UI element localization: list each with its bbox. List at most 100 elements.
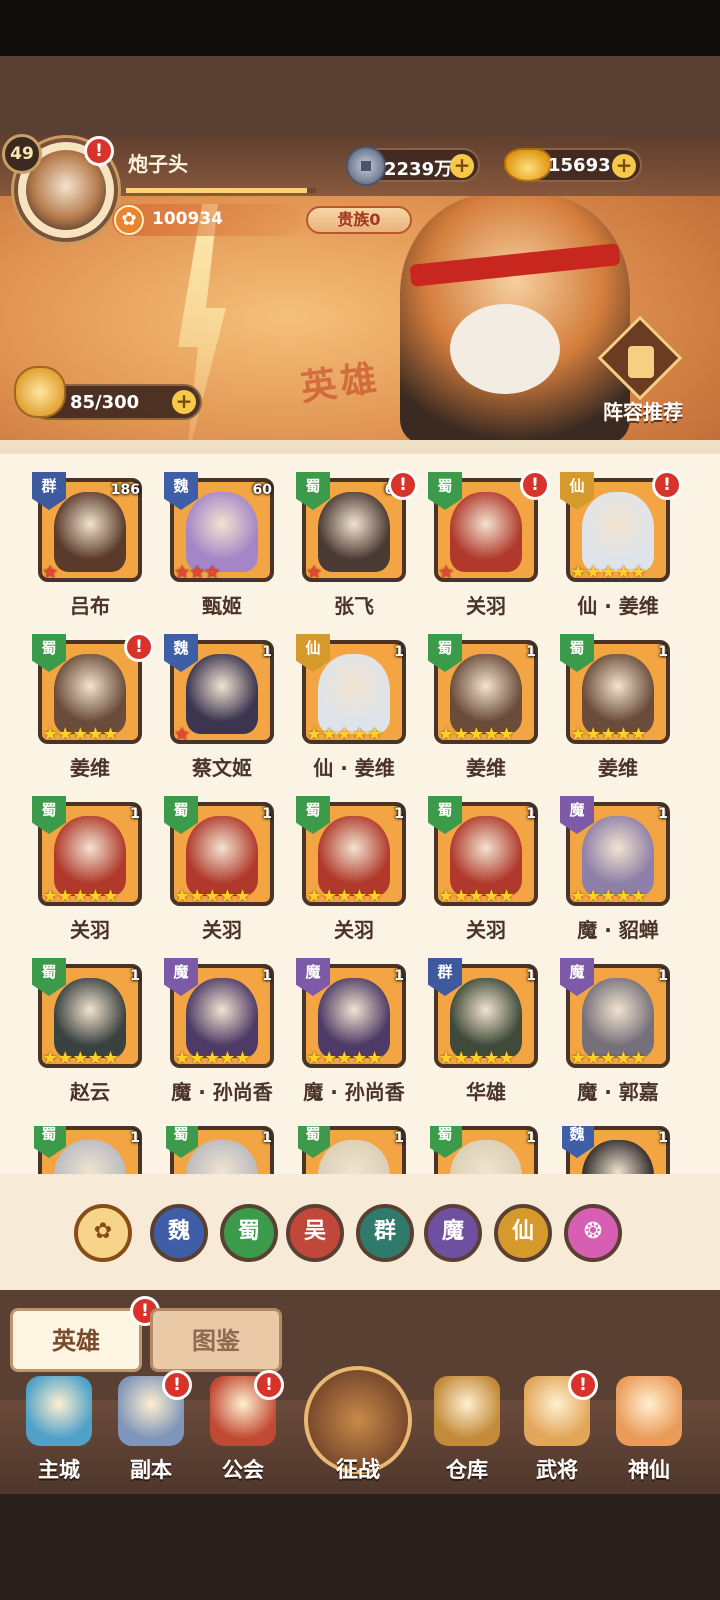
hero-level: 60 [252, 482, 272, 498]
nav-label: 主城 [38, 1458, 80, 1482]
hero-name: 甄姬 [202, 594, 242, 618]
hero-level: 1 [394, 644, 404, 660]
hero-art [450, 654, 522, 734]
nav-flag[interactable]: 公会! [200, 1370, 286, 1494]
nav-label: 副本 [130, 1458, 172, 1482]
hero-card[interactable]: 仙 1 ★★★★★ 仙 · 姜维 [296, 634, 410, 790]
stamina-value: 85/300 [70, 392, 140, 413]
nav-label: 神仙 [628, 1458, 670, 1482]
hero-art [582, 816, 654, 896]
hero-card[interactable]: 蜀 1 ★★★★★ 关羽 [164, 796, 278, 952]
nav-cat-face[interactable]: 神仙 [606, 1376, 692, 1494]
filter-仙[interactable]: 仙 [494, 1204, 552, 1262]
hero-name: 魔 · 孙尚香 [303, 1080, 405, 1104]
add-gold-button[interactable]: + [612, 154, 636, 178]
nav-sword[interactable]: 副本! [108, 1370, 194, 1494]
hero-card[interactable]: 魔 1 ★★★★★ 魔 · 孙尚香 [296, 958, 410, 1114]
hero-level: 1 [262, 644, 272, 660]
add-stamina-button[interactable]: + [172, 390, 196, 414]
power-value: 100934 [152, 209, 223, 229]
nav-label: 公会 [222, 1458, 264, 1482]
hero-card[interactable]: 仙1★★★★★仙 · 姜维! [560, 470, 682, 628]
hero-name: 仙 · 姜维 [313, 756, 395, 780]
star-rating: ★★★★★ [438, 886, 515, 907]
nav-alert-icon: ! [162, 1370, 192, 1400]
hero-level: 1 [394, 968, 404, 984]
hero-name: 关羽 [202, 918, 242, 942]
hero-level: 1 [262, 806, 272, 822]
nav-label: 仓库 [446, 1458, 488, 1482]
stamina-icon [14, 366, 66, 418]
nav-castle[interactable]: 主城 [16, 1376, 102, 1494]
gold-ingot-icon [504, 148, 552, 182]
hero-art [318, 816, 390, 896]
filter-swirl-icon[interactable]: ❂ [564, 1204, 622, 1262]
hero-art [54, 978, 126, 1058]
hero-name: 姜维 [598, 756, 638, 780]
hero-card[interactable]: 蜀1 [166, 1126, 278, 1174]
hero-card[interactable]: 魏1 [562, 1126, 674, 1174]
hero-card[interactable]: 魔 1 ★★★★★ 魔 · 貂蝉 [560, 796, 674, 952]
exp-bar [126, 188, 316, 193]
hero-card[interactable]: 蜀 1 ★★★★★ 赵云 [32, 958, 146, 1114]
nav-cat-hero[interactable]: 武将! [514, 1370, 600, 1494]
hero-card[interactable]: 蜀1 [298, 1126, 410, 1174]
filter-蜀[interactable]: 蜀 [220, 1204, 278, 1262]
hero-art [582, 654, 654, 734]
paw-icon [114, 205, 144, 235]
hero-card[interactable]: 魔 1 ★★★★★ 魔 · 郭嘉 [560, 958, 674, 1114]
hero-card[interactable]: 蜀 1 ★★★★★ 关羽 [296, 796, 410, 952]
hero-level: 1 [262, 1130, 272, 1146]
lineup-recommend-button[interactable]: 阵容推荐 [588, 315, 698, 424]
hero-name: 关羽 [466, 918, 506, 942]
hero-card[interactable]: 魔 1 ★★★★★ 魔 · 孙尚香 [164, 958, 278, 1114]
hero-art [54, 654, 126, 734]
hero-card[interactable]: 蜀1 [430, 1126, 542, 1174]
hero-card[interactable]: 蜀1 [34, 1126, 146, 1174]
hero-level: 1 [526, 806, 536, 822]
nav-battle-label: 征战 [335, 1458, 380, 1483]
faction-filter-row: ✿ 魏蜀吴群魔仙 ❂ [0, 1174, 720, 1290]
filter-paw-icon[interactable]: ✿ [74, 1204, 132, 1262]
hero-name: 关羽 [334, 918, 374, 942]
nav-bag[interactable]: 仓库 [424, 1376, 510, 1494]
tab-heroes[interactable]: 英雄 [10, 1308, 142, 1372]
hero-card[interactable]: 蜀 1 ★★★★★ 姜维 [560, 634, 674, 790]
hero-card[interactable]: 魏 1 ★ 蔡文姬 [164, 634, 278, 790]
hero-art [186, 816, 258, 896]
hero-art [186, 654, 258, 734]
filter-吴[interactable]: 吴 [286, 1204, 344, 1262]
hero-card[interactable]: 蜀1★关羽! [428, 470, 550, 628]
hero-card[interactable]: 魏 60 ★★★ 甄姬 [164, 472, 278, 628]
hero-card[interactable]: 群 1 ★★★★★ 华雄 [428, 958, 542, 1114]
hero-card[interactable]: 蜀60★张飞! [296, 470, 418, 628]
hero-name: 仙 · 姜维 [577, 594, 659, 618]
hero-card[interactable]: 蜀 1 ★★★★★ 关羽 [32, 796, 146, 952]
hero-name: 关羽 [466, 594, 506, 618]
filter-群[interactable]: 群 [356, 1204, 414, 1262]
hero-card[interactable]: 蜀 1 ★★★★★ 姜维 [428, 634, 542, 790]
tab-codex[interactable]: 图鉴 [150, 1308, 282, 1372]
hero-alert-icon: ! [520, 470, 550, 500]
hero-level: 1 [262, 968, 272, 984]
hero-card[interactable]: 群 186 ★ 吕布 [32, 472, 146, 628]
star-rating: ★★★★★ [570, 1048, 647, 1069]
filter-魏[interactable]: 魏 [150, 1204, 208, 1262]
filter-魔[interactable]: 魔 [424, 1204, 482, 1262]
hero-grid[interactable]: 群186★吕布魏60★★★甄姬蜀60★张飞!蜀1★关羽!仙1★★★★★仙 · 姜… [0, 440, 720, 1174]
noble-rank-button[interactable]: 贵族0 [306, 206, 412, 234]
hero-name: 张飞 [334, 594, 374, 618]
hero-card[interactable]: 蜀 1 ★★★★★ 关羽 [428, 796, 542, 952]
hero-card[interactable]: 蜀1★★★★★姜维! [32, 632, 154, 790]
header-bg [0, 56, 720, 134]
star-rating: ★★★★★ [42, 886, 119, 907]
star-rating: ★ [306, 562, 322, 583]
add-silver-button[interactable]: + [450, 154, 474, 178]
nav-battle[interactable]: 征战 [304, 1356, 412, 1492]
hero-art [186, 492, 258, 572]
nav-alert-icon: ! [254, 1370, 284, 1400]
system-nav-area [0, 1494, 720, 1600]
hero-banner: 英雄 49 ! 炮子头 100934 贵族0 2239万 + 15693 + 8… [0, 134, 720, 440]
hero-art [582, 492, 654, 572]
star-rating: ★★★★★ [174, 886, 251, 907]
